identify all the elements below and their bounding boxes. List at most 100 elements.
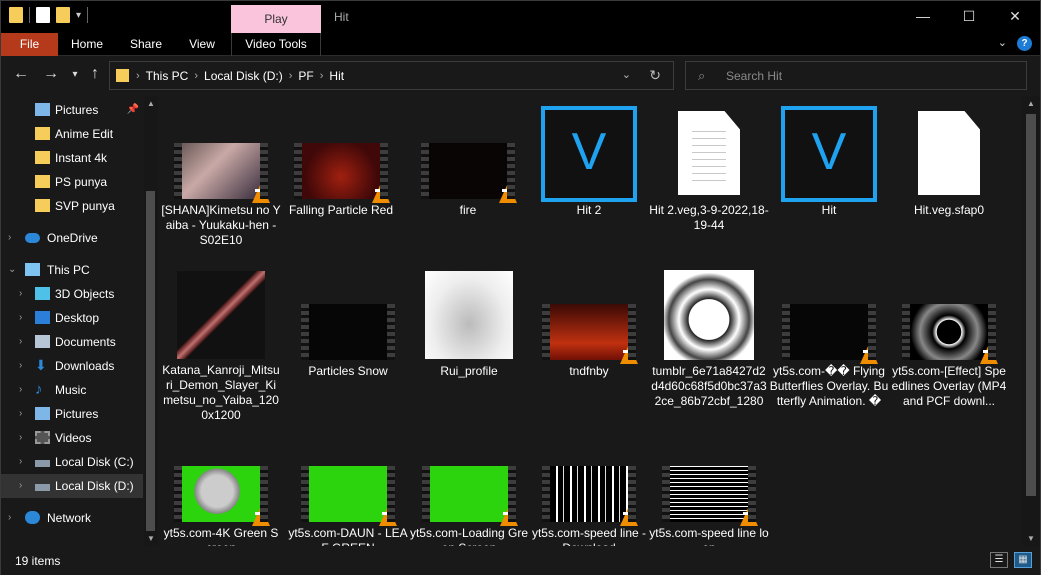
cloud-icon xyxy=(25,233,40,243)
chevron-right-icon[interactable]: › xyxy=(8,226,11,250)
maximize-button[interactable]: ☐ xyxy=(946,1,992,33)
tab-home[interactable]: Home xyxy=(61,33,113,56)
file-name: yt5s.com-[Effect] Speedlines Overlay (MP… xyxy=(891,364,1007,408)
expand-ribbon-icon[interactable]: ⌄ xyxy=(998,36,1007,51)
nav-item-downloads[interactable]: › ⬇ Downloads xyxy=(1,354,143,378)
refresh-icon[interactable]: ↻ xyxy=(649,67,661,84)
divider xyxy=(320,33,321,56)
tab-share[interactable]: Share xyxy=(121,33,171,56)
chevron-right-icon[interactable]: › xyxy=(19,474,22,498)
chevron-right-icon[interactable]: › xyxy=(19,282,22,306)
file-name: Hit 2 xyxy=(576,203,602,217)
cube-icon xyxy=(35,287,50,300)
video-thumbnail xyxy=(294,143,390,203)
nav-item-pictures-pinned[interactable]: Pictures 📌 xyxy=(1,98,143,122)
document-icon xyxy=(678,111,740,195)
back-button[interactable]: ← xyxy=(11,65,31,83)
scroll-down-icon[interactable]: ▼ xyxy=(147,534,155,543)
vlc-icon xyxy=(379,506,397,526)
new-folder-icon[interactable] xyxy=(56,7,70,23)
chevron-right-icon[interactable]: › xyxy=(19,402,22,426)
nav-item-anime-edit[interactable]: Anime Edit xyxy=(1,122,143,146)
nav-item-instant-4k[interactable]: Instant 4k xyxy=(1,146,143,170)
nav-item-local-disk-c[interactable]: › Local Disk (C:) xyxy=(1,450,143,474)
details-view-button[interactable]: ☰ xyxy=(990,552,1008,568)
explorer-window: ▾ Play Hit — ☐ ✕ File Home Share View Vi… xyxy=(0,0,1041,575)
up-button[interactable]: ↑ xyxy=(85,65,105,83)
search-placeholder[interactable]: Search Hit xyxy=(726,69,782,83)
search-icon: ⌕ xyxy=(698,68,706,83)
crumb-local-disk-d[interactable]: Local Disk (D:) xyxy=(198,69,289,83)
image-thumbnail xyxy=(177,271,265,359)
vlc-icon xyxy=(500,506,518,526)
nav-item-desktop[interactable]: › Desktop xyxy=(1,306,143,330)
file-name: fire xyxy=(459,203,477,217)
nav-item-this-pc[interactable]: ⌄ This PC xyxy=(1,258,143,282)
close-button[interactable]: ✕ xyxy=(992,1,1038,33)
nav-item-label: Local Disk (C:) xyxy=(55,455,134,469)
nav-item-music[interactable]: › ♪ Music xyxy=(1,378,143,402)
folder-icon xyxy=(35,199,50,212)
help-icon[interactable]: ? xyxy=(1017,36,1032,51)
folder-icon xyxy=(9,7,23,23)
address-bar[interactable]: › This PC › Local Disk (D:) › PF › Hit ⌄… xyxy=(109,61,674,90)
crumb-hit[interactable]: Hit xyxy=(323,69,350,83)
file-name: Rui_profile xyxy=(440,364,498,378)
tab-video-tools[interactable]: Video Tools xyxy=(233,33,319,56)
file-name: tndfnby xyxy=(569,364,609,378)
image-thumbnail xyxy=(664,270,754,360)
nav-item-documents[interactable]: › Documents xyxy=(1,330,143,354)
crumb-this-pc[interactable]: This PC xyxy=(140,69,195,83)
search-box[interactable]: ⌕ Search Hit xyxy=(685,61,1027,90)
video-thumbnail xyxy=(542,466,638,526)
chevron-right-icon[interactable]: › xyxy=(19,330,22,354)
context-tab-play[interactable]: Play xyxy=(231,5,321,33)
chevron-down-icon[interactable]: ⌄ xyxy=(8,258,16,282)
tab-view[interactable]: View xyxy=(179,33,225,56)
nav-item-3d-objects[interactable]: › 3D Objects xyxy=(1,282,143,306)
tab-file[interactable]: File xyxy=(1,33,58,56)
scroll-up-icon[interactable]: ▲ xyxy=(1027,99,1035,108)
scrollbar-thumb[interactable] xyxy=(146,191,155,531)
nav-item-pictures[interactable]: › Pictures xyxy=(1,402,143,426)
chevron-right-icon[interactable]: › xyxy=(19,450,22,474)
crumb-pf[interactable]: PF xyxy=(292,69,319,83)
music-icon: ♪ xyxy=(35,381,43,398)
file-name: [SHANA]Kimetsu no Yaiba - Yuukaku-hen - … xyxy=(161,203,281,247)
chevron-right-icon[interactable]: › xyxy=(19,378,22,402)
nav-item-local-disk-d[interactable]: › Local Disk (D:) xyxy=(1,474,143,498)
large-icons-view-button[interactable]: ▦ xyxy=(1014,552,1032,568)
folder-icon xyxy=(116,69,129,82)
nav-item-ps-punya[interactable]: PS punya xyxy=(1,170,143,194)
nav-item-network[interactable]: › Network xyxy=(1,506,143,530)
file-name: yt5s.com-�� Flying Butterflies Overlay. … xyxy=(769,364,889,408)
nav-item-label: Videos xyxy=(55,431,92,445)
nav-item-videos[interactable]: › Videos xyxy=(1,426,143,450)
content-scrollbar[interactable]: ▲ ▼ xyxy=(1022,96,1040,546)
nav-item-label: OneDrive xyxy=(47,231,98,245)
file-name: Katana_Kanroji_Mitsuri_Demon_Slayer_Kime… xyxy=(162,363,280,422)
breadcrumb: › This PC › Local Disk (D:) › PF › Hit xyxy=(136,69,350,83)
nav-item-label: Instant 4k xyxy=(55,151,108,165)
forward-button[interactable]: → xyxy=(41,65,61,83)
vlc-icon xyxy=(252,506,270,526)
customize-toolbar-icon[interactable]: ▾ xyxy=(76,10,81,21)
scroll-down-icon[interactable]: ▼ xyxy=(1027,534,1035,543)
chevron-right-icon[interactable]: › xyxy=(8,506,11,530)
properties-icon[interactable] xyxy=(36,7,50,23)
scroll-up-icon[interactable]: ▲ xyxy=(147,99,155,108)
minimize-button[interactable]: — xyxy=(900,1,946,33)
pin-icon[interactable]: 📌 xyxy=(127,98,139,122)
nav-item-svp-punya[interactable]: SVP punya xyxy=(1,194,143,218)
chevron-right-icon[interactable]: › xyxy=(19,354,22,378)
vlc-icon xyxy=(740,506,758,526)
nav-item-onedrive[interactable]: › OneDrive xyxy=(1,226,143,250)
nav-scrollbar[interactable]: ▲ ▼ xyxy=(144,96,158,546)
chevron-down-icon[interactable]: ⌄ xyxy=(622,68,631,81)
file-name: tumblr_6e71a8427d2d4d60c68f5d0bc37a32ce_… xyxy=(651,364,767,408)
scrollbar-thumb[interactable] xyxy=(1026,114,1036,496)
chevron-right-icon[interactable]: › xyxy=(19,426,22,450)
chevron-right-icon[interactable]: › xyxy=(19,306,22,330)
recent-locations-icon[interactable]: ▾ xyxy=(65,69,85,80)
divider xyxy=(231,33,232,56)
